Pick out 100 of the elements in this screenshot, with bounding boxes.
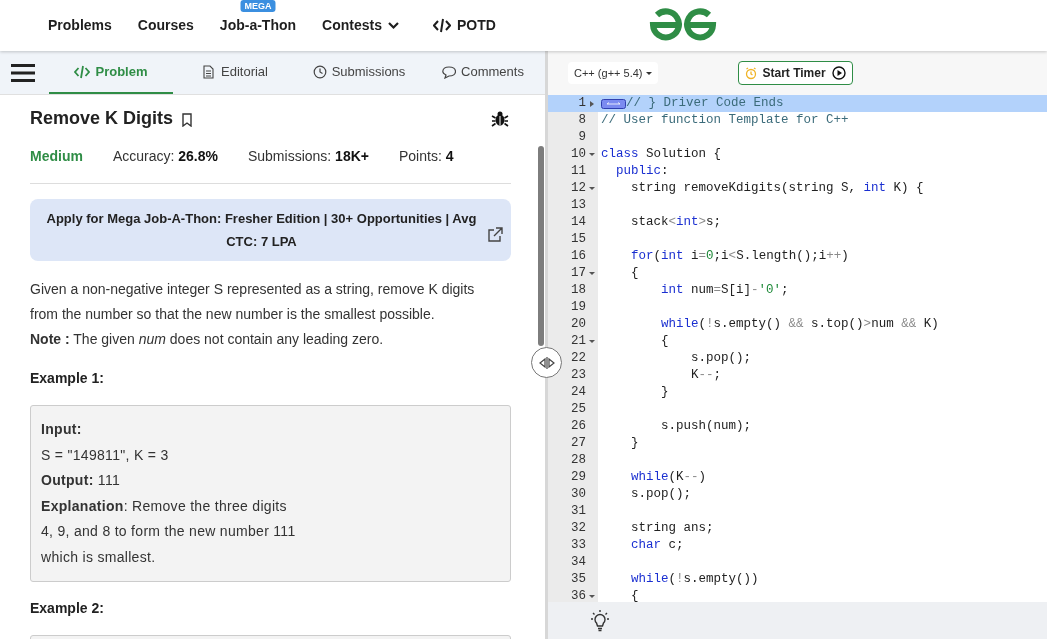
code-line: class Solution { [601, 148, 722, 161]
code-line: { [630, 590, 639, 602]
logo-icon[interactable] [649, 8, 717, 42]
tab[interactable]: Submissions [297, 51, 421, 94]
fold-arrow-icon[interactable] [589, 186, 595, 191]
tab[interactable]: Problem [49, 51, 173, 94]
line-number: 22 [570, 352, 586, 365]
folded-code-marker-icon [601, 98, 626, 109]
example-line: Output: 111 [41, 471, 121, 490]
line-number: 15 [570, 233, 586, 246]
tab[interactable]: Editorial [173, 51, 297, 94]
bug-icon [491, 110, 509, 127]
job-banner-link[interactable]: Apply for Mega Job-A-Thon: Fresher Edition | 30+ Opportunities | Avg CTC: 7 LPA [30, 199, 511, 261]
comment-bubble-icon [442, 64, 457, 79]
tab[interactable]: Comments [421, 51, 545, 94]
example-line: S = "149811", K = 3 [41, 445, 170, 465]
line-number: 21 [570, 335, 586, 348]
scrollbar-thumb[interactable] [538, 146, 544, 346]
code-icon [432, 18, 451, 33]
line-number: 29 [570, 471, 586, 484]
line-number: 26 [570, 420, 586, 433]
caret-down-icon [645, 70, 652, 76]
bookmark-icon [181, 113, 194, 127]
code-line: stack<int>s; [630, 216, 722, 229]
code-line: public: [615, 165, 669, 178]
example-heading: Example 2: [30, 599, 105, 618]
external-link-icon [487, 227, 503, 243]
code-line: char c; [630, 539, 684, 552]
line-number: 18 [570, 284, 586, 297]
line-number: 27 [570, 437, 586, 450]
code-line: string ans; [630, 522, 714, 535]
line-number: 8 [577, 114, 586, 127]
line-number: 16 [570, 250, 586, 263]
description-paragraph: Note : The given num does not contain any leading zero. [30, 330, 385, 349]
code-line: // User function Template for C++ [601, 114, 849, 127]
example-heading: Example 1: [30, 369, 105, 388]
line-number: 13 [570, 199, 586, 212]
line-number: 23 [570, 369, 586, 382]
line-number: 35 [570, 573, 586, 586]
code-line: s.pop(); [690, 352, 752, 365]
language-dropdown[interactable]: C++ (g++ 5.4) [568, 62, 658, 84]
code-line: { [660, 335, 669, 348]
line-number: 12 [570, 182, 586, 195]
line-number: 36 [570, 590, 586, 602]
code-line: { [630, 267, 639, 280]
nav-link[interactable]: POTD [432, 15, 496, 36]
line-number: 1 [577, 97, 586, 110]
fold-arrow-icon[interactable] [589, 99, 595, 108]
nav-link[interactable]: Problems [48, 15, 112, 36]
nav-link[interactable]: Contests [322, 15, 399, 36]
fold-arrow-icon[interactable] [589, 594, 595, 599]
stat-text: Submissions: 18K+ [247, 147, 369, 166]
stat-text: Points: 4 [398, 147, 454, 166]
code-line: s.push(num); [660, 420, 752, 433]
clock-icon [312, 64, 327, 79]
document-icon [202, 64, 216, 79]
fold-arrow-icon[interactable] [589, 271, 595, 276]
example-line: 4, 9, and 8 to form the new number 111 [41, 522, 297, 541]
example-line: which is smallest. [41, 547, 157, 567]
line-number: 34 [570, 556, 586, 569]
line-number: 19 [570, 301, 586, 314]
start-timer-button[interactable]: Start Timer [737, 61, 853, 85]
line-number: 33 [570, 539, 586, 552]
code-line: while(K--) [630, 471, 707, 484]
line-number: 14 [570, 216, 586, 229]
line-number: 11 [570, 165, 586, 178]
difficulty-label: Medium [30, 147, 83, 166]
problem-title: Remove K Digits [30, 107, 174, 130]
fold-arrow-icon[interactable] [589, 339, 595, 344]
description-paragraph: Given a non-negative integer S represented as a string, remove K digits from the number so that the new number is the smallest possible. [30, 280, 476, 324]
code-line: K--; [690, 369, 722, 382]
line-number: 32 [570, 522, 586, 535]
mega-badge: MEGA [240, 0, 276, 12]
code-line: int num=S[i]-'0'; [660, 284, 789, 297]
line-number: 17 [570, 267, 586, 280]
line-number: 9 [577, 131, 586, 144]
example-line: Input: [41, 420, 83, 439]
alarm-clock-icon [744, 66, 757, 80]
line-number: 24 [570, 386, 586, 399]
code-line: for(int i=0;i<S.length();i++) [630, 250, 849, 263]
line-number: 30 [570, 488, 586, 501]
code-line: } [630, 437, 639, 450]
play-icon [831, 66, 846, 80]
code-line: // } Driver Code Ends [626, 97, 784, 110]
line-number: 28 [570, 454, 586, 467]
menu-icon[interactable] [11, 62, 35, 83]
line-number: 10 [570, 148, 586, 161]
code-line: string removeKdigits(string S, int K) { [630, 182, 924, 195]
code-line: s.pop(); [630, 488, 691, 501]
fold-arrow-icon[interactable] [589, 152, 595, 157]
code-icon [74, 64, 91, 79]
nav-link[interactable]: Courses [137, 15, 194, 36]
line-number: 31 [570, 505, 586, 518]
stat-text: Accuracy: 26.8% [112, 147, 218, 166]
chevron-down-icon [387, 21, 399, 30]
line-number: 25 [570, 403, 586, 416]
code-line: while(!s.empty() && s.top()>num && K) [660, 318, 939, 331]
line-number: 20 [570, 318, 586, 331]
lightbulb-icon[interactable] [588, 608, 612, 633]
nav-link[interactable]: Job-a-Thon [219, 15, 297, 36]
